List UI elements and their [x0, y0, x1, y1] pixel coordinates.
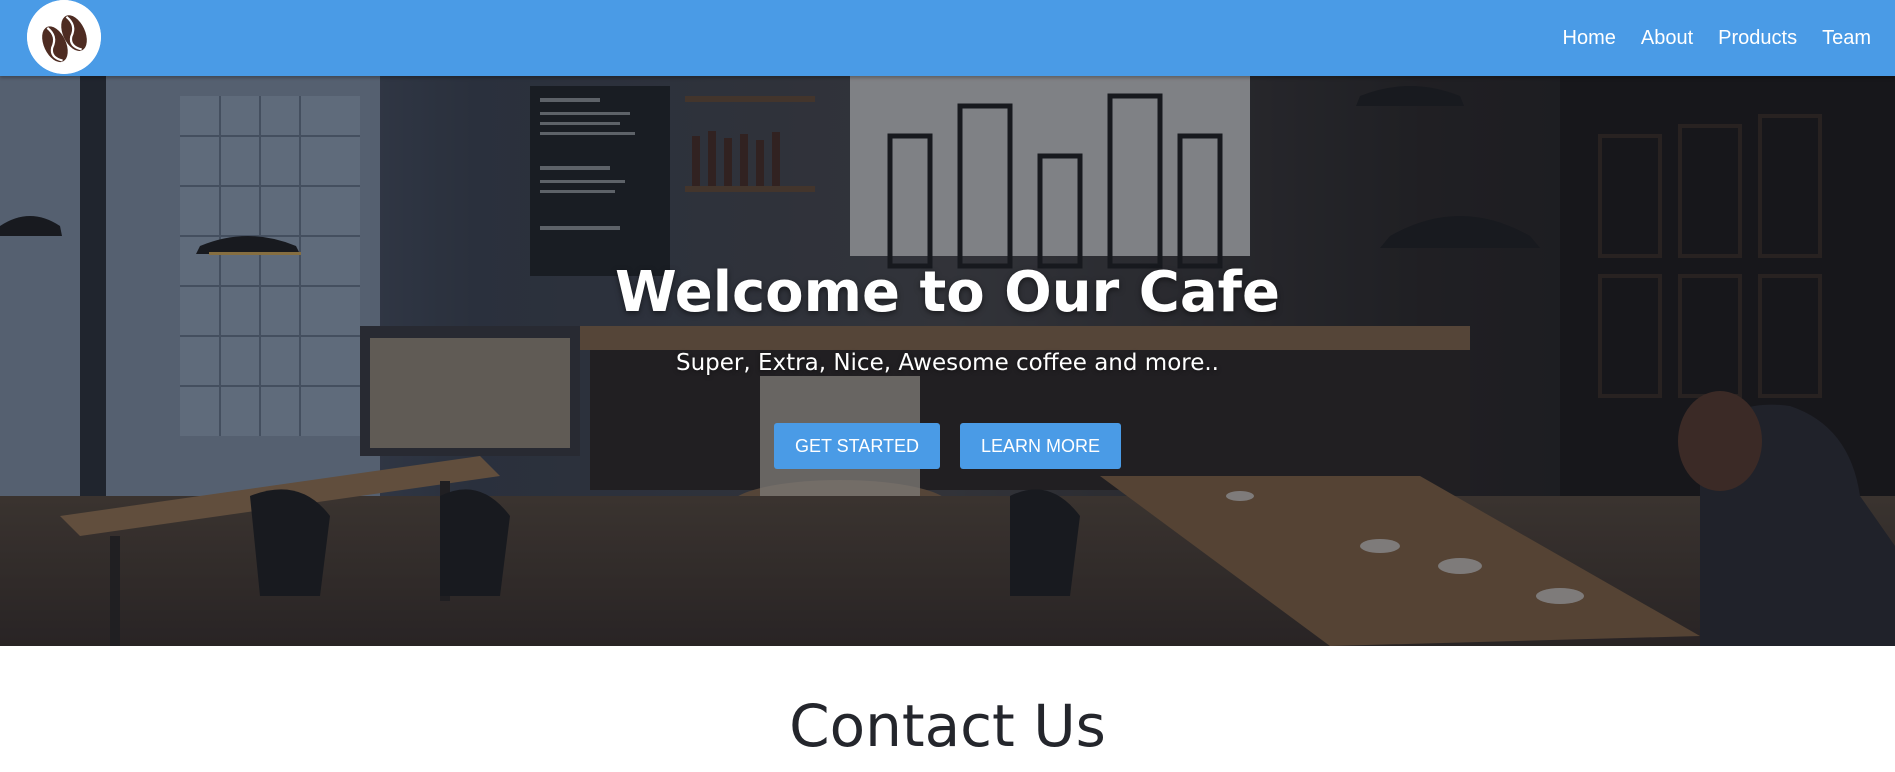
hero-section: Welcome to Our Cafe Super, Extra, Nice, … — [0, 76, 1895, 646]
hero-title: Welcome to Our Cafe — [615, 260, 1280, 325]
contact-title: Contact Us — [789, 692, 1106, 760]
navbar: Home About Products Team — [0, 0, 1895, 76]
nav-links: Home About Products Team — [1538, 0, 1871, 76]
hero-buttons: GET STARTED LEARN MORE — [0, 423, 1895, 469]
hero-content: Welcome to Our Cafe Super, Extra, Nice, … — [0, 76, 1895, 646]
nav-link-about[interactable]: About — [1641, 27, 1693, 50]
learn-more-button[interactable]: LEARN MORE — [960, 423, 1122, 469]
coffee-bean-icon — [27, 0, 101, 74]
get-started-button[interactable]: GET STARTED — [773, 423, 940, 469]
hero-subtitle: Super, Extra, Nice, Awesome coffee and m… — [676, 350, 1219, 376]
nav-link-team[interactable]: Team — [1822, 27, 1871, 50]
nav-link-products[interactable]: Products — [1718, 27, 1797, 50]
logo[interactable] — [27, 0, 101, 74]
nav-link-home[interactable]: Home — [1563, 27, 1616, 50]
